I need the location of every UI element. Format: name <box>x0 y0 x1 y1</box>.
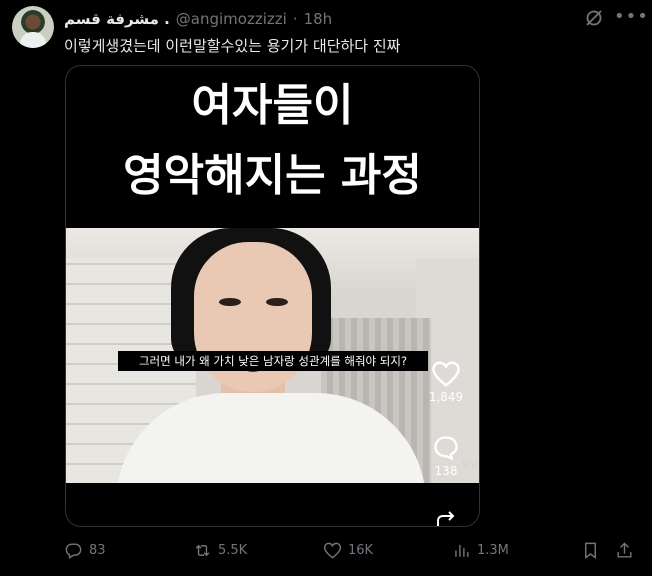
watermark: Vre <box>462 460 478 470</box>
more-icon[interactable]: ••• <box>614 6 648 28</box>
views-icon <box>455 544 469 557</box>
video-like-count: 1,849 <box>428 390 464 404</box>
eye-left <box>219 298 241 306</box>
grok-icon[interactable] <box>585 9 603 27</box>
author-handle[interactable]: @angimozzizzi <box>176 10 287 28</box>
tweet-header: مشرفة قسم . @angimozzizzi · 18h <box>64 9 332 29</box>
views-button[interactable]: 1.3M <box>452 541 509 560</box>
avatar[interactable] <box>12 6 54 48</box>
reply-count: 83 <box>89 543 106 558</box>
avatar-shirt <box>20 32 46 48</box>
timestamp[interactable]: 18h <box>304 10 333 28</box>
like-button[interactable]: 16K <box>323 541 373 560</box>
heart-icon[interactable] <box>431 360 461 388</box>
separator: · <box>292 10 298 28</box>
repost-count: 5.5K <box>218 543 248 558</box>
reply-icon <box>65 543 82 559</box>
bookmark-icon <box>585 542 596 560</box>
tweet-actions: 83 5.5K 16K 1.3M <box>64 541 644 563</box>
repost-icon <box>195 544 210 557</box>
comment-icon[interactable] <box>432 434 460 462</box>
author-name[interactable]: مشرفة قسم . <box>64 10 170 28</box>
views-count: 1.3M <box>477 543 509 558</box>
video-comment[interactable]: 138 <box>422 434 470 478</box>
share-arrow-icon[interactable] <box>433 508 459 527</box>
media-card[interactable]: 여자들이 영악해지는 과정 그러면 내가 왜 가치 낮은 남자랑 성관계를 해줘… <box>65 65 480 527</box>
bookmark-button[interactable] <box>581 541 600 560</box>
tweet-text: 이렇게생겼는데 이런말할수있는 용기가 대단하다 진짜 <box>64 37 401 55</box>
share-icon <box>617 542 632 558</box>
video-like[interactable]: 1,849 <box>422 360 470 404</box>
share-button[interactable] <box>615 541 634 560</box>
video-caption-line1: 여자들이 <box>191 80 354 131</box>
eye-right <box>266 298 288 306</box>
heart-icon <box>323 542 342 559</box>
video-caption-line2: 영악해지는 과정 <box>123 150 422 201</box>
repost-button[interactable]: 5.5K <box>193 541 247 560</box>
video-share[interactable] <box>422 508 470 527</box>
reply-button[interactable]: 83 <box>64 541 106 560</box>
like-count: 16K <box>348 543 374 558</box>
video-subtitle: 그러면 내가 왜 가치 낮은 남자랑 성관계를 해줘야 되지? <box>118 351 428 371</box>
